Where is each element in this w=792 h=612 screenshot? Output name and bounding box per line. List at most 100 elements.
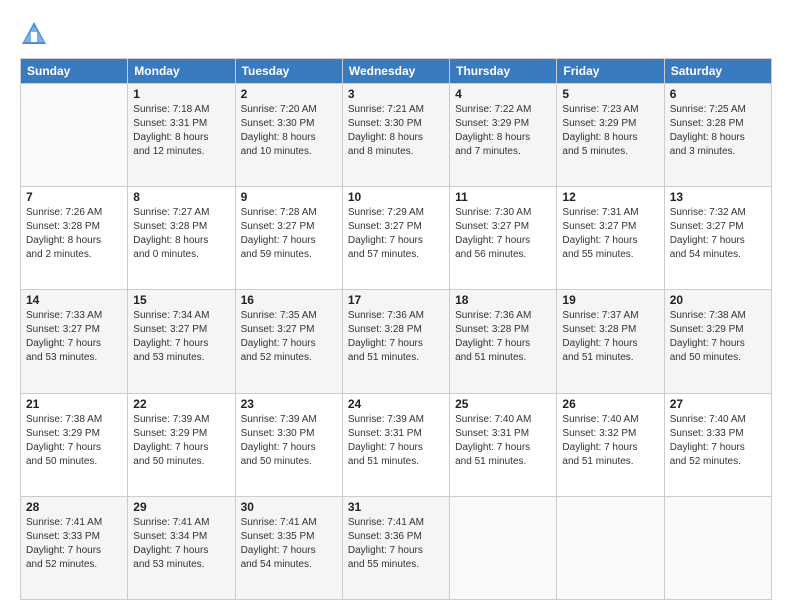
day-info: Sunrise: 7:29 AM Sunset: 3:27 PM Dayligh…	[348, 206, 444, 262]
day-info: Sunrise: 7:30 AM Sunset: 3:27 PM Dayligh…	[455, 206, 551, 262]
day-cell: 2 Sunrise: 7:20 AM Sunset: 3:30 PM Daylig…	[235, 84, 342, 187]
day-number: 4	[455, 87, 551, 101]
day-cell: 23 Sunrise: 7:39 AM Sunset: 3:30 PM Dayli…	[235, 393, 342, 496]
day-number: 2	[241, 87, 337, 101]
day-info: Sunrise: 7:20 AM Sunset: 3:30 PM Dayligh…	[241, 103, 337, 159]
day-cell: 6Sunrise: 7:25 AM Sunset: 3:28 PM Daylig…	[664, 84, 771, 187]
day-info: Sunrise: 7:41 AM Sunset: 3:36 PM Dayligh…	[348, 516, 444, 572]
day-info: Sunrise: 7:27 AM Sunset: 3:28 PM Dayligh…	[133, 206, 229, 262]
day-cell: 10 Sunrise: 7:29 AM Sunset: 3:27 PM Dayli…	[342, 187, 449, 290]
day-info: Sunrise: 7:41 AM Sunset: 3:33 PM Dayligh…	[26, 516, 122, 572]
day-info: Sunrise: 7:39 AM Sunset: 3:29 PM Dayligh…	[133, 413, 229, 469]
week-row-1: 1 Sunrise: 7:18 AM Sunset: 3:31 PM Daylig…	[21, 84, 772, 187]
day-cell: 21Sunrise: 7:38 AM Sunset: 3:29 PM Dayli…	[21, 393, 128, 496]
day-info: Sunrise: 7:38 AM Sunset: 3:29 PM Dayligh…	[26, 413, 122, 469]
day-cell: 22 Sunrise: 7:39 AM Sunset: 3:29 PM Dayli…	[128, 393, 235, 496]
day-header-thursday: Thursday	[450, 59, 557, 84]
day-cell: 13 Sunrise: 7:32 AM Sunset: 3:27 PM Dayli…	[664, 187, 771, 290]
day-cell: 14 Sunrise: 7:33 AM Sunset: 3:27 PM Dayli…	[21, 290, 128, 393]
day-header-saturday: Saturday	[664, 59, 771, 84]
day-number: 20	[670, 293, 766, 307]
page: SundayMondayTuesdayWednesdayThursdayFrid…	[0, 0, 792, 612]
day-number: 18	[455, 293, 551, 307]
day-cell: 7 Sunrise: 7:26 AM Sunset: 3:28 PM Daylig…	[21, 187, 128, 290]
day-cell: 26Sunrise: 7:40 AM Sunset: 3:32 PM Dayli…	[557, 393, 664, 496]
day-info: Sunrise: 7:40 AM Sunset: 3:32 PM Dayligh…	[562, 413, 658, 469]
day-cell: 4 Sunrise: 7:22 AM Sunset: 3:29 PM Daylig…	[450, 84, 557, 187]
day-number: 1	[133, 87, 229, 101]
day-cell	[557, 496, 664, 599]
day-header-monday: Monday	[128, 59, 235, 84]
day-info: Sunrise: 7:41 AM Sunset: 3:34 PM Dayligh…	[133, 516, 229, 572]
day-info: Sunrise: 7:32 AM Sunset: 3:27 PM Dayligh…	[670, 206, 766, 262]
day-cell: 9Sunrise: 7:28 AM Sunset: 3:27 PM Daylig…	[235, 187, 342, 290]
day-number: 9	[241, 190, 337, 204]
day-cell: 25Sunrise: 7:40 AM Sunset: 3:31 PM Dayli…	[450, 393, 557, 496]
day-number: 15	[133, 293, 229, 307]
day-cell: 3 Sunrise: 7:21 AM Sunset: 3:30 PM Daylig…	[342, 84, 449, 187]
day-number: 23	[241, 397, 337, 411]
week-row-3: 14 Sunrise: 7:33 AM Sunset: 3:27 PM Dayli…	[21, 290, 772, 393]
day-info: Sunrise: 7:41 AM Sunset: 3:35 PM Dayligh…	[241, 516, 337, 572]
day-number: 16	[241, 293, 337, 307]
day-cell: 15 Sunrise: 7:34 AM Sunset: 3:27 PM Dayli…	[128, 290, 235, 393]
day-number: 13	[670, 190, 766, 204]
day-info: Sunrise: 7:23 AM Sunset: 3:29 PM Dayligh…	[562, 103, 658, 159]
day-number: 29	[133, 500, 229, 514]
day-number: 22	[133, 397, 229, 411]
day-info: Sunrise: 7:26 AM Sunset: 3:28 PM Dayligh…	[26, 206, 122, 262]
day-cell: 19Sunrise: 7:37 AM Sunset: 3:28 PM Dayli…	[557, 290, 664, 393]
day-info: Sunrise: 7:40 AM Sunset: 3:31 PM Dayligh…	[455, 413, 551, 469]
day-cell	[21, 84, 128, 187]
calendar-body: 1 Sunrise: 7:18 AM Sunset: 3:31 PM Daylig…	[21, 84, 772, 600]
day-cell: 20 Sunrise: 7:38 AM Sunset: 3:29 PM Dayli…	[664, 290, 771, 393]
day-cell: 27Sunrise: 7:40 AM Sunset: 3:33 PM Dayli…	[664, 393, 771, 496]
day-number: 5	[562, 87, 658, 101]
day-number: 24	[348, 397, 444, 411]
day-info: Sunrise: 7:39 AM Sunset: 3:30 PM Dayligh…	[241, 413, 337, 469]
day-cell	[450, 496, 557, 599]
day-cell: 28 Sunrise: 7:41 AM Sunset: 3:33 PM Dayli…	[21, 496, 128, 599]
header-row: SundayMondayTuesdayWednesdayThursdayFrid…	[21, 59, 772, 84]
day-number: 30	[241, 500, 337, 514]
day-info: Sunrise: 7:36 AM Sunset: 3:28 PM Dayligh…	[348, 309, 444, 365]
day-header-friday: Friday	[557, 59, 664, 84]
day-cell: 16 Sunrise: 7:35 AM Sunset: 3:27 PM Dayli…	[235, 290, 342, 393]
day-number: 3	[348, 87, 444, 101]
day-number: 10	[348, 190, 444, 204]
header	[20, 16, 772, 48]
day-cell: 29 Sunrise: 7:41 AM Sunset: 3:34 PM Dayli…	[128, 496, 235, 599]
week-row-5: 28 Sunrise: 7:41 AM Sunset: 3:33 PM Dayli…	[21, 496, 772, 599]
day-cell: 18 Sunrise: 7:36 AM Sunset: 3:28 PM Dayli…	[450, 290, 557, 393]
day-number: 7	[26, 190, 122, 204]
day-info: Sunrise: 7:25 AM Sunset: 3:28 PM Dayligh…	[670, 103, 766, 159]
day-cell: 5 Sunrise: 7:23 AM Sunset: 3:29 PM Daylig…	[557, 84, 664, 187]
day-info: Sunrise: 7:36 AM Sunset: 3:28 PM Dayligh…	[455, 309, 551, 365]
day-cell: 24 Sunrise: 7:39 AM Sunset: 3:31 PM Dayli…	[342, 393, 449, 496]
day-cell: 30 Sunrise: 7:41 AM Sunset: 3:35 PM Dayli…	[235, 496, 342, 599]
day-cell: 1 Sunrise: 7:18 AM Sunset: 3:31 PM Daylig…	[128, 84, 235, 187]
day-header-wednesday: Wednesday	[342, 59, 449, 84]
calendar-table: SundayMondayTuesdayWednesdayThursdayFrid…	[20, 58, 772, 600]
day-info: Sunrise: 7:21 AM Sunset: 3:30 PM Dayligh…	[348, 103, 444, 159]
day-cell: 12Sunrise: 7:31 AM Sunset: 3:27 PM Dayli…	[557, 187, 664, 290]
day-info: Sunrise: 7:22 AM Sunset: 3:29 PM Dayligh…	[455, 103, 551, 159]
day-info: Sunrise: 7:37 AM Sunset: 3:28 PM Dayligh…	[562, 309, 658, 365]
day-number: 12	[562, 190, 658, 204]
day-cell: 17 Sunrise: 7:36 AM Sunset: 3:28 PM Dayli…	[342, 290, 449, 393]
day-info: Sunrise: 7:34 AM Sunset: 3:27 PM Dayligh…	[133, 309, 229, 365]
logo	[20, 20, 52, 48]
day-info: Sunrise: 7:39 AM Sunset: 3:31 PM Dayligh…	[348, 413, 444, 469]
day-info: Sunrise: 7:38 AM Sunset: 3:29 PM Dayligh…	[670, 309, 766, 365]
day-cell: 8Sunrise: 7:27 AM Sunset: 3:28 PM Daylig…	[128, 187, 235, 290]
day-info: Sunrise: 7:35 AM Sunset: 3:27 PM Dayligh…	[241, 309, 337, 365]
day-header-sunday: Sunday	[21, 59, 128, 84]
day-info: Sunrise: 7:18 AM Sunset: 3:31 PM Dayligh…	[133, 103, 229, 159]
day-number: 28	[26, 500, 122, 514]
day-number: 17	[348, 293, 444, 307]
day-cell: 11Sunrise: 7:30 AM Sunset: 3:27 PM Dayli…	[450, 187, 557, 290]
week-row-4: 21Sunrise: 7:38 AM Sunset: 3:29 PM Dayli…	[21, 393, 772, 496]
day-info: Sunrise: 7:33 AM Sunset: 3:27 PM Dayligh…	[26, 309, 122, 365]
day-number: 14	[26, 293, 122, 307]
day-number: 31	[348, 500, 444, 514]
